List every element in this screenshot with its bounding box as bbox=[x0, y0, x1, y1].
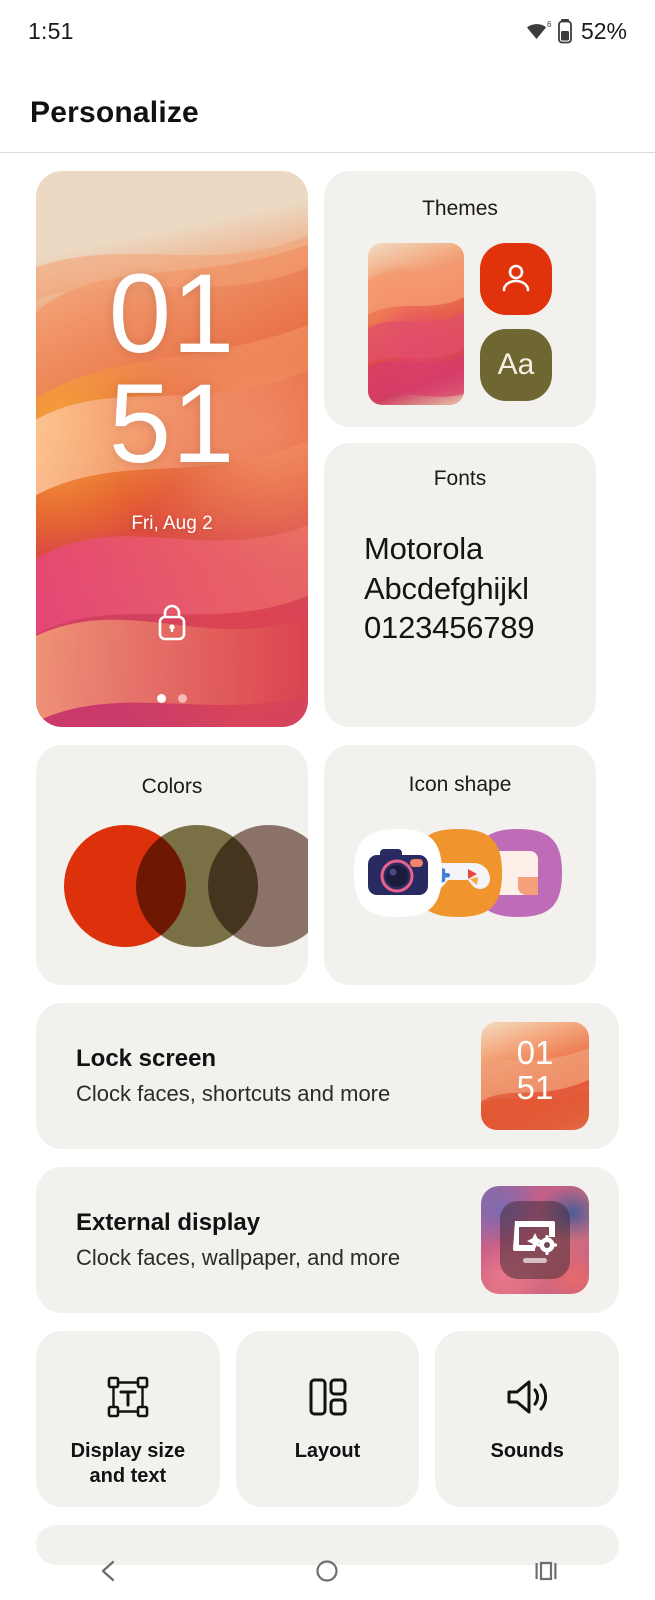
color-swatches bbox=[36, 825, 308, 955]
recents-icon bbox=[535, 1561, 557, 1581]
nav-home-button[interactable] bbox=[287, 1547, 367, 1595]
layout-icon bbox=[309, 1378, 346, 1416]
fonts-card[interactable]: Fonts Motorola Abcdefghijkl 0123456789 bbox=[324, 443, 596, 727]
wallpaper-lock bbox=[36, 601, 308, 648]
tile-layout[interactable]: Layout bbox=[235, 1331, 420, 1507]
wallpaper-clock-hours: 01 bbox=[108, 251, 236, 376]
themes-preview: Aa bbox=[324, 243, 596, 405]
svg-text:6: 6 bbox=[547, 20, 551, 29]
theme-wallpaper-art bbox=[368, 260, 464, 400]
home-icon bbox=[316, 1560, 339, 1582]
external-display-card[interactable]: External display Clock faces, wallpaper,… bbox=[36, 1167, 619, 1313]
fonts-sample: Motorola Abcdefghijkl 0123456789 bbox=[324, 529, 596, 648]
external-display-text: External display Clock faces, wallpaper,… bbox=[76, 1209, 400, 1271]
fonts-sample-line-3: 0123456789 bbox=[364, 610, 535, 646]
quick-settings-tiles: Display size and text Layout Sounds bbox=[36, 1331, 620, 1507]
wifi-6-icon: 6 bbox=[526, 20, 551, 39]
page-dot-active[interactable] bbox=[157, 694, 166, 703]
theme-accent-tile[interactable] bbox=[480, 243, 552, 315]
fonts-sample-line-1: Motorola bbox=[364, 531, 484, 566]
sounds-icon bbox=[507, 1380, 548, 1414]
fonts-title: Fonts bbox=[433, 467, 487, 490]
system-navigation-bar bbox=[0, 1542, 655, 1600]
lock-thumb-clock: 01 51 bbox=[481, 1034, 589, 1106]
external-display-icon bbox=[500, 1201, 570, 1279]
lock-screen-card[interactable]: Lock screen Clock faces, shortcuts and m… bbox=[36, 1003, 619, 1149]
page-title: Personalize bbox=[30, 96, 199, 129]
lock-screen-title: Lock screen bbox=[76, 1045, 217, 1072]
lock-screen-text: Lock screen Clock faces, shortcuts and m… bbox=[76, 1045, 390, 1107]
status-time: 1:51 bbox=[28, 17, 74, 44]
status-icons: 6 52% bbox=[525, 18, 627, 45]
row-colors-iconshape: Colors Icon shape bbox=[36, 745, 619, 985]
themes-title: Themes bbox=[422, 197, 498, 220]
display-size-text-icon bbox=[107, 1376, 149, 1418]
external-display-thumbnail bbox=[481, 1186, 589, 1294]
monitor-gear-icon bbox=[513, 1221, 557, 1263]
wallpaper-date: Fri, Aug 2 bbox=[131, 513, 213, 534]
icon-shape-title: Icon shape bbox=[408, 773, 512, 796]
icon-shape-card[interactable]: Icon shape bbox=[324, 745, 596, 985]
wallpaper-clock: 01 51 bbox=[36, 251, 308, 486]
tile-label-layout: Layout bbox=[294, 1440, 361, 1462]
lock-screen-thumbnail: 01 51 bbox=[481, 1022, 589, 1130]
fonts-sample-line-2: Abcdefghijkl bbox=[364, 570, 529, 606]
person-icon bbox=[502, 264, 530, 292]
content-grid: 01 51 Fri, Aug 2 Themes Aa Fonts Motorol… bbox=[0, 153, 655, 1565]
lock-thumb-minutes: 51 bbox=[516, 1068, 554, 1106]
lock-thumb-hours: 01 bbox=[516, 1034, 554, 1071]
colors-title: Colors bbox=[141, 775, 203, 798]
wallpaper-clock-minutes: 51 bbox=[108, 360, 236, 486]
tile-display-size-and-text[interactable]: Display size and text bbox=[36, 1331, 220, 1507]
page-header: Personalize bbox=[0, 62, 655, 152]
battery-percent: 52% bbox=[580, 17, 627, 44]
back-icon bbox=[101, 1560, 115, 1582]
battery-icon bbox=[558, 19, 572, 44]
page-dot[interactable] bbox=[178, 694, 187, 703]
tile-sounds[interactable]: Sounds bbox=[435, 1331, 620, 1507]
themes-card[interactable]: Themes Aa bbox=[324, 171, 596, 427]
colors-card[interactable]: Colors bbox=[36, 745, 308, 985]
theme-font-label: Aa bbox=[497, 348, 535, 381]
tile-label-display-size: Display size and text bbox=[70, 1440, 186, 1487]
wallpaper-preview-card[interactable]: 01 51 Fri, Aug 2 bbox=[36, 171, 308, 727]
status-bar: 1:51 6 52% bbox=[0, 0, 655, 62]
theme-tiles: Aa bbox=[480, 243, 552, 401]
row-top: 01 51 Fri, Aug 2 Themes Aa Fonts Motorol… bbox=[36, 171, 619, 727]
lock-screen-subtitle: Clock faces, shortcuts and more bbox=[76, 1081, 391, 1106]
icon-shape-previews bbox=[324, 823, 596, 933]
personalize-screen: 1:51 6 52% Personalize 01 51 Fri, Aug 2 … bbox=[0, 0, 655, 1600]
external-display-subtitle: Clock faces, wallpaper, and more bbox=[76, 1245, 401, 1270]
theme-wallpaper-swatch bbox=[368, 243, 464, 405]
external-display-title: External display bbox=[76, 1209, 261, 1236]
camera-app-icon bbox=[354, 829, 442, 917]
lock-icon bbox=[158, 604, 186, 641]
tile-label-sounds: Sounds bbox=[490, 1440, 564, 1462]
right-column: Themes Aa Fonts Motorola Abcdefghijkl 01… bbox=[324, 171, 596, 727]
nav-recents-button[interactable] bbox=[506, 1547, 586, 1595]
theme-font-tile[interactable]: Aa bbox=[480, 329, 552, 401]
nav-back-button[interactable] bbox=[69, 1547, 149, 1595]
wallpaper-page-dots[interactable] bbox=[36, 694, 308, 703]
